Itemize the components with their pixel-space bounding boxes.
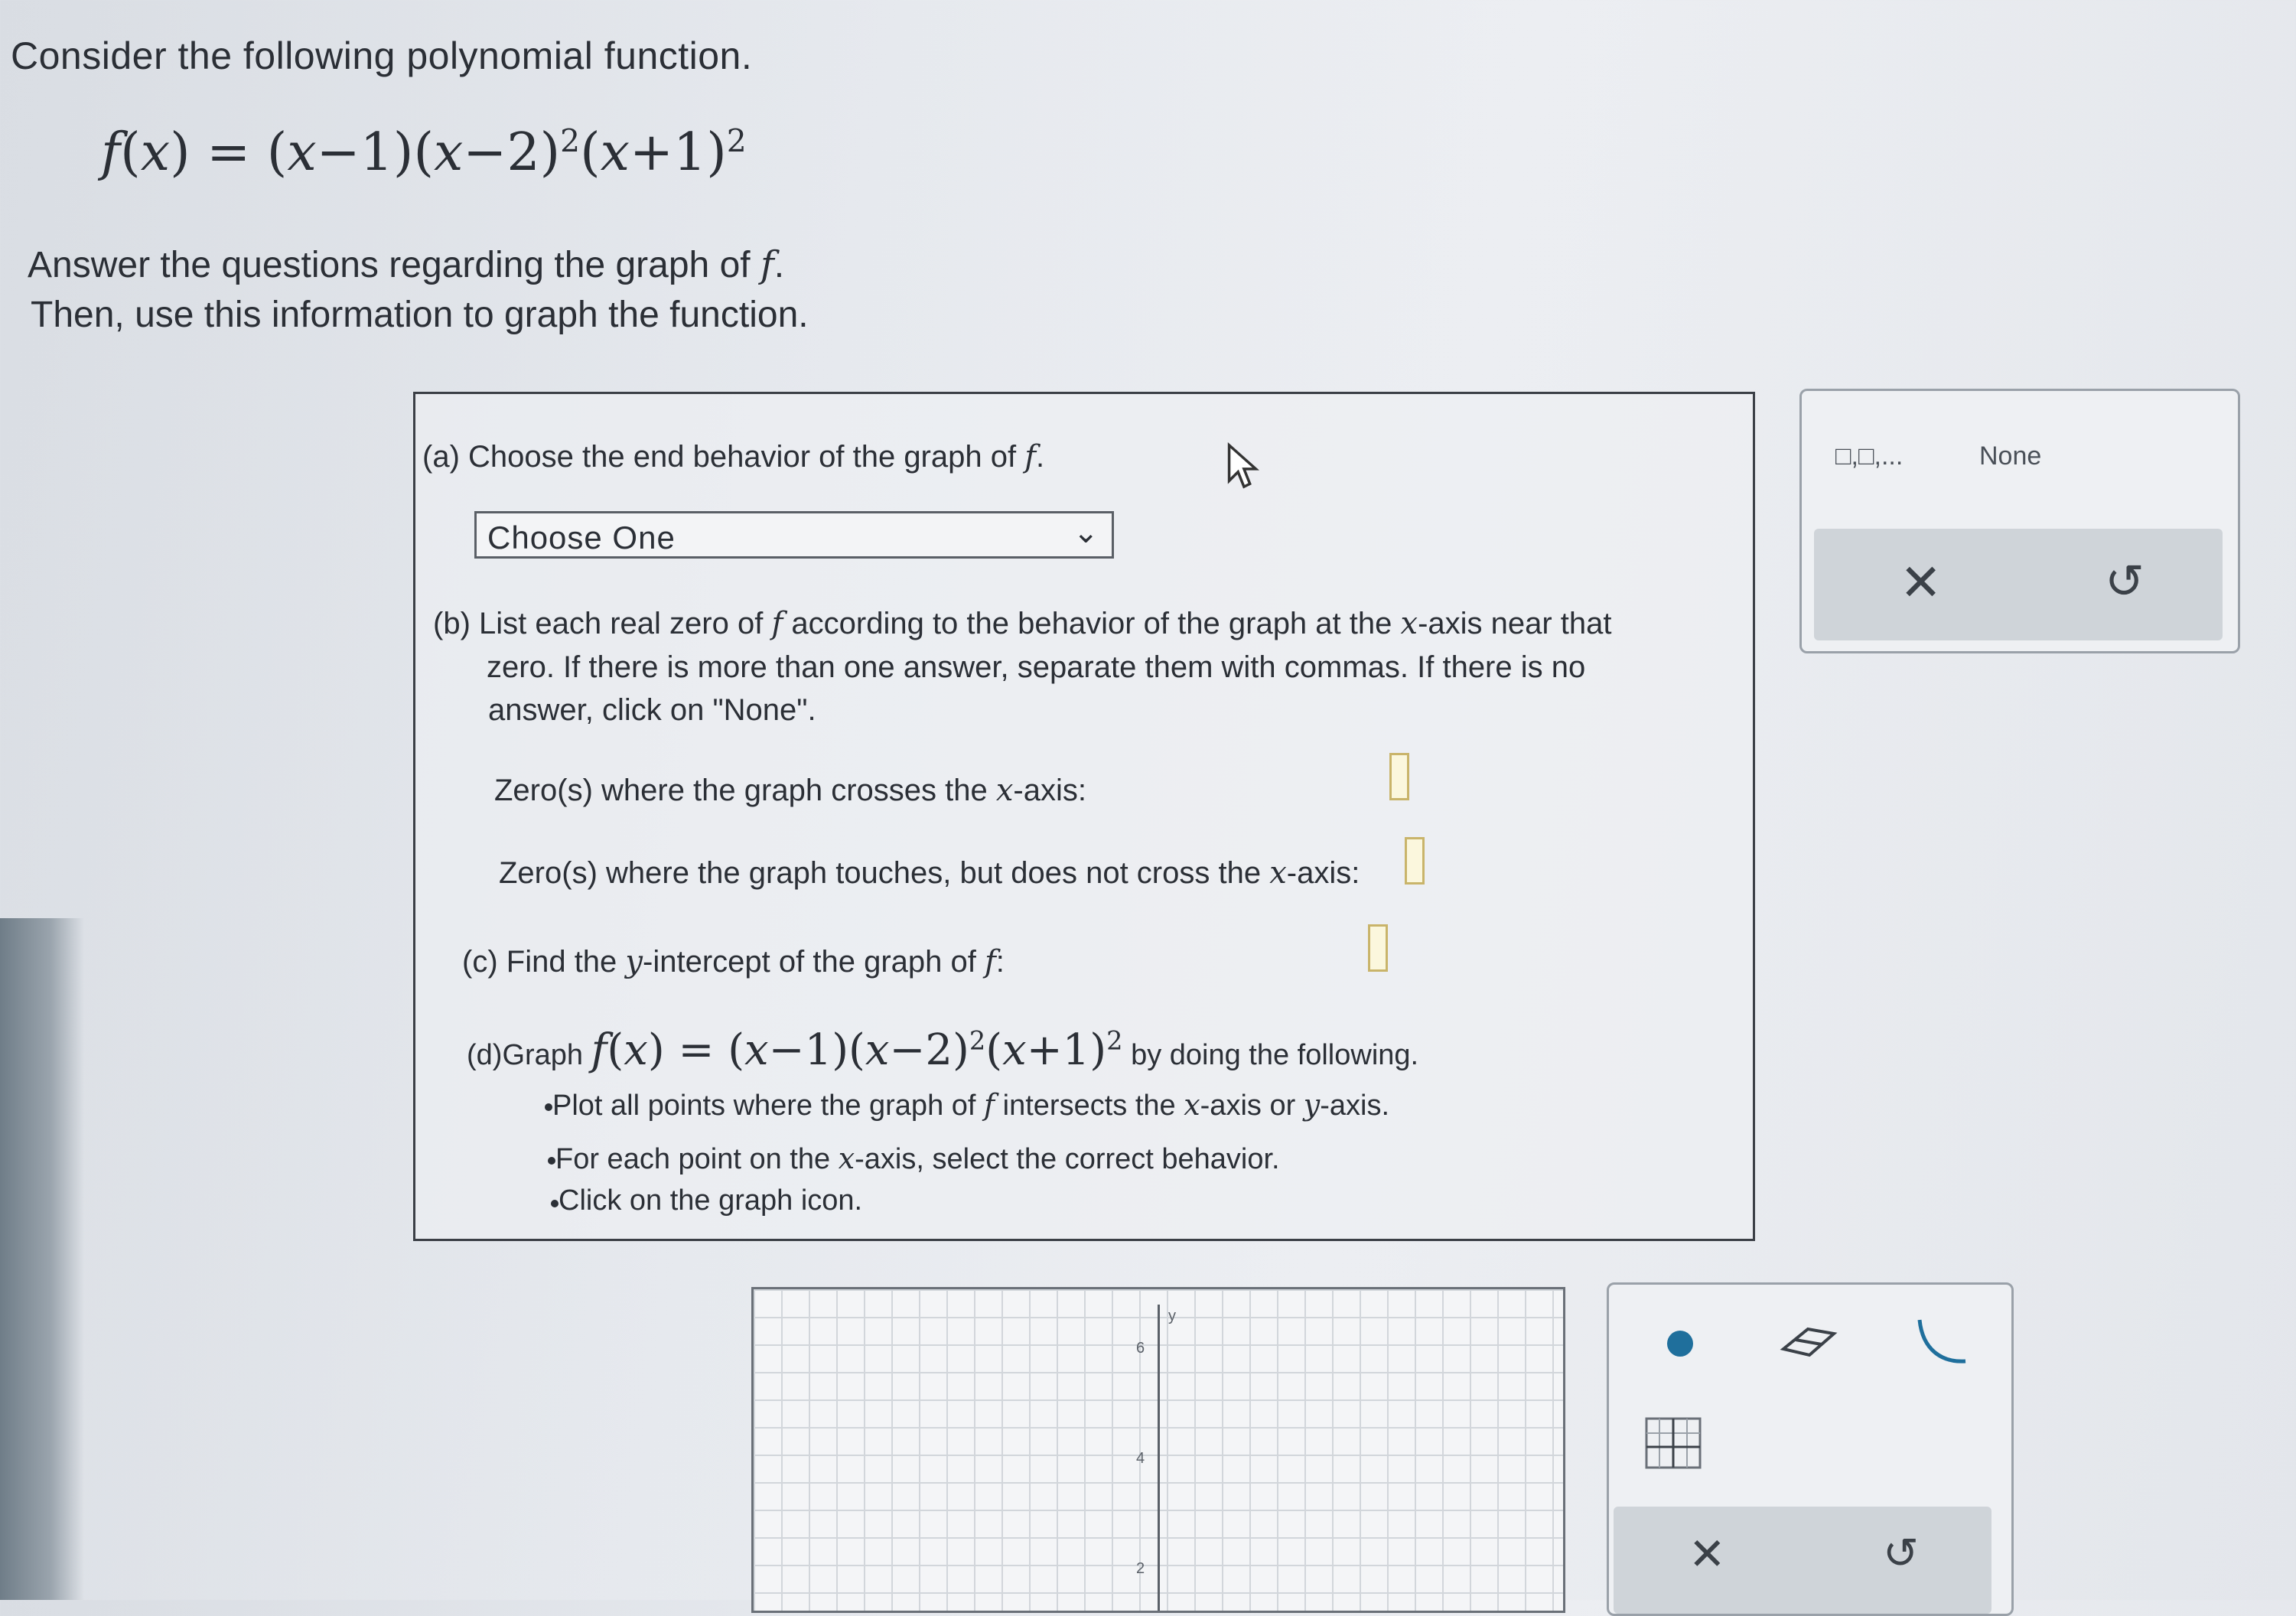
undo-icon[interactable]: ↺ <box>2105 553 2145 609</box>
background-shadow <box>0 918 84 1600</box>
y-tick-2: 2 <box>1136 1560 1145 1577</box>
instruction-select-behavior: For each point on the x-axis, select the… <box>548 1142 1280 1176</box>
part-c-question: (c) Find the y-intercept of the graph of… <box>462 944 1005 979</box>
clear-graph-icon[interactable]: ✕ <box>1689 1528 1726 1580</box>
y-axis <box>1158 1305 1160 1611</box>
y-intercept-input[interactable] <box>1368 924 1388 972</box>
list-entry-icon[interactable]: □,□,... <box>1835 441 1903 471</box>
touches-zero-input[interactable] <box>1405 837 1425 885</box>
graph-tool-actions: ✕ ↺ <box>1614 1507 1991 1614</box>
mouse-cursor-icon <box>1227 442 1259 489</box>
point-tool-icon[interactable] <box>1667 1331 1693 1357</box>
crosses-zero-input[interactable] <box>1389 753 1409 800</box>
intro-text: Consider the following polynomial functi… <box>11 34 753 77</box>
y-axis-label: y <box>1168 1308 1176 1324</box>
graph-tool-panel: ✕ ↺ <box>1607 1282 2014 1616</box>
curve-behavior-icon[interactable] <box>1912 1312 1973 1373</box>
graph-icon[interactable] <box>1644 1416 1702 1470</box>
touches-zero-label: Zero(s) where the graph touches, but doe… <box>499 855 1360 891</box>
instruction-plot-points: Plot all points where the graph of f int… <box>545 1088 1389 1122</box>
chevron-down-icon: ⌄ <box>1073 516 1099 549</box>
part-b-question-line2: zero. If there is more than one answer, … <box>487 650 1586 684</box>
answer-tool-actions: ✕ ↺ <box>1814 529 2223 640</box>
y-tick-4: 4 <box>1136 1450 1145 1467</box>
answer-instruction-2: Then, use this information to graph the … <box>31 295 809 335</box>
y-tick-6: 6 <box>1136 1340 1145 1357</box>
answer-tool-panel: □,□,... None ✕ ↺ <box>1799 389 2240 653</box>
crosses-zero-label: Zero(s) where the graph crosses the x-ax… <box>494 773 1086 808</box>
instruction-click-graph-icon: Click on the graph icon. <box>551 1184 862 1217</box>
part-a-question: (a) Choose the end behavior of the graph… <box>422 439 1045 474</box>
part-d-question: (d)Graph f(x) = (x−1)(x−2)2(x+1)2 by doi… <box>467 1025 1419 1075</box>
undo-graph-icon[interactable]: ↺ <box>1883 1528 1919 1579</box>
clear-icon[interactable]: ✕ <box>1900 553 1942 612</box>
none-button[interactable]: None <box>1979 441 2041 471</box>
answer-instruction-1: Answer the questions regarding the graph… <box>28 243 785 286</box>
end-behavior-select-value: Choose One <box>487 520 676 556</box>
part-b-question-line3: answer, click on "None". <box>488 693 816 727</box>
end-behavior-select[interactable]: Choose One ⌄ <box>474 511 1114 559</box>
graph-canvas[interactable]: y 6 4 2 <box>751 1287 1565 1613</box>
polynomial-formula: f(x) = (x−1)(x−2)2(x+1)2 <box>101 122 747 183</box>
part-b-question-line1: (b) List each real zero of f according t… <box>433 606 1612 641</box>
eraser-icon[interactable] <box>1777 1323 1838 1361</box>
